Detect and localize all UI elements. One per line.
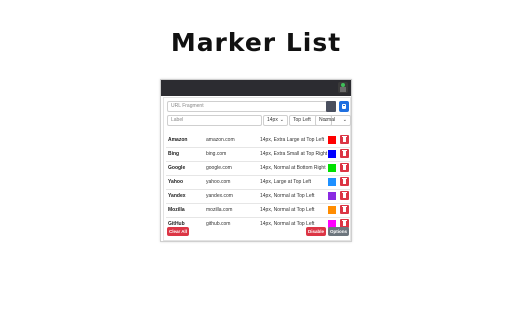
delete-button[interactable] bbox=[340, 149, 349, 158]
marker-domain: github.com bbox=[206, 221, 231, 227]
trash-icon bbox=[343, 151, 346, 156]
size-select-value: 14px bbox=[267, 117, 278, 123]
trash-icon bbox=[343, 207, 346, 212]
save-icon bbox=[342, 104, 346, 109]
page-title: Marker List bbox=[170, 28, 342, 57]
marker-name: Bing bbox=[168, 151, 180, 157]
table-row: Bing bing.com 14px, Extra Small at Top R… bbox=[166, 147, 350, 161]
table-row: Yahoo yahoo.com 14px, Large at Top Left bbox=[166, 175, 350, 189]
marker-color-swatch[interactable] bbox=[328, 150, 336, 158]
options-button[interactable]: Options bbox=[328, 227, 349, 236]
marker-description: 14px, Normal at Top Left bbox=[260, 193, 315, 199]
marker-name: Yandex bbox=[168, 193, 186, 199]
marker-name: Amazon bbox=[168, 137, 188, 143]
marker-color-swatch[interactable] bbox=[328, 178, 336, 186]
size-select[interactable]: 14px ⌄ bbox=[263, 115, 288, 126]
save-button[interactable] bbox=[339, 101, 349, 112]
marker-name: Mozilla bbox=[168, 207, 185, 213]
marker-description: 14px, Normal at Top Left bbox=[260, 207, 315, 213]
delete-button[interactable] bbox=[340, 191, 349, 200]
style-select[interactable]: Normal ⌄ bbox=[315, 115, 351, 126]
chevron-down-icon: ⌄ bbox=[342, 117, 347, 123]
clear-all-button[interactable]: Clear All bbox=[167, 227, 189, 236]
marker-domain: mozilla.com bbox=[206, 207, 233, 213]
color-picker[interactable] bbox=[326, 101, 336, 112]
label-input[interactable]: Label bbox=[167, 115, 262, 126]
style-select-value: Normal bbox=[319, 117, 336, 123]
marker-description: 14px, Normal at Bottom Right bbox=[260, 165, 326, 171]
marker-domain: yahoo.com bbox=[206, 179, 231, 185]
marker-description: 14px, Extra Small at Top Right bbox=[260, 151, 328, 157]
marker-table: Amazon amazon.com 14px, Extra Large at T… bbox=[166, 134, 350, 231]
disable-button[interactable]: Disable bbox=[306, 227, 326, 236]
marker-color-swatch[interactable] bbox=[328, 136, 336, 144]
browser-toolbar bbox=[161, 80, 351, 96]
marker-description: 14px, Large at Top Left bbox=[260, 179, 312, 185]
table-row: Amazon amazon.com 14px, Extra Large at T… bbox=[166, 134, 350, 147]
trash-icon bbox=[343, 165, 346, 170]
table-row: Yandex yandex.com 14px, Normal at Top Le… bbox=[166, 189, 350, 203]
trash-icon bbox=[343, 221, 346, 226]
delete-button[interactable] bbox=[340, 177, 349, 186]
url-fragment-input[interactable]: URL Fragment bbox=[167, 101, 327, 112]
marker-description: 14px, Extra Large at Top Left bbox=[260, 137, 325, 143]
marker-description: 14px, Normal at Top Left bbox=[260, 221, 315, 227]
table-row: Mozilla mozilla.com 14px, Normal at Top … bbox=[166, 203, 350, 217]
extension-icon[interactable] bbox=[338, 82, 348, 93]
trash-icon bbox=[343, 193, 346, 198]
marker-name: Yahoo bbox=[168, 179, 184, 185]
chevron-down-icon: ⌄ bbox=[279, 117, 284, 123]
marker-domain: amazon.com bbox=[206, 137, 235, 143]
marker-name: Google bbox=[168, 165, 186, 171]
marker-color-swatch[interactable] bbox=[328, 164, 336, 172]
position-select-value: Top Left bbox=[293, 117, 311, 123]
marker-domain: bing.com bbox=[206, 151, 227, 157]
trash-icon bbox=[343, 179, 346, 184]
marker-color-swatch[interactable] bbox=[328, 192, 336, 200]
marker-color-swatch[interactable] bbox=[328, 206, 336, 214]
marker-domain: yandex.com bbox=[206, 193, 233, 199]
trash-icon bbox=[343, 137, 346, 142]
delete-button[interactable] bbox=[340, 135, 349, 144]
table-row: Google google.com 14px, Normal at Bottom… bbox=[166, 161, 350, 175]
delete-button[interactable] bbox=[340, 205, 349, 214]
marker-domain: google.com bbox=[206, 165, 232, 171]
delete-button[interactable] bbox=[340, 163, 349, 172]
marker-panel: URL Fragment Label 14px ⌄ Top Left ⌄ Nor… bbox=[163, 97, 351, 241]
extension-popup: URL Fragment Label 14px ⌄ Top Left ⌄ Nor… bbox=[160, 79, 352, 242]
